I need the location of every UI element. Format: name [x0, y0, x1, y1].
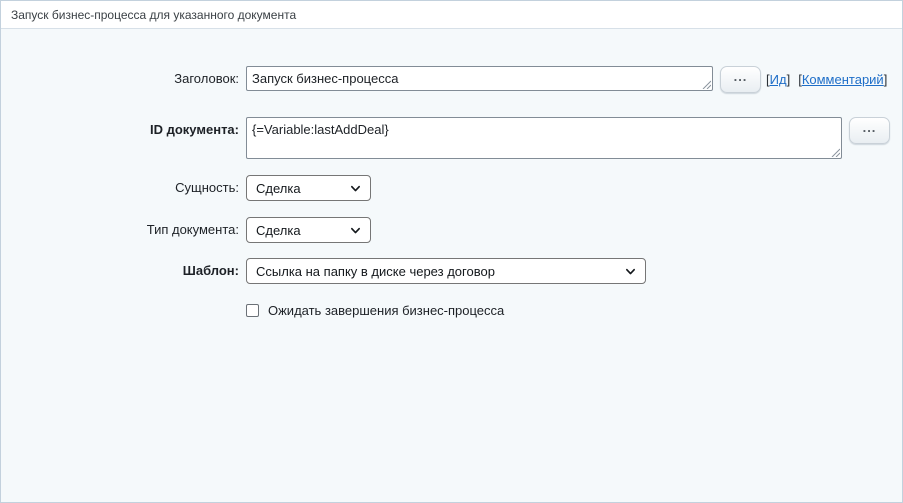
bracket: ]	[884, 72, 888, 87]
bracket: ]	[787, 72, 791, 87]
chevron-down-icon	[350, 183, 361, 194]
insert-comment-link[interactable]: Комментарий	[802, 72, 884, 87]
entity-select[interactable]: Сделка	[246, 175, 371, 201]
wait-completion-label: Ожидать завершения бизнес-процесса	[268, 303, 504, 318]
insert-comment-link-group: [Комментарий]	[798, 72, 887, 87]
entity-select-value: Сделка	[256, 181, 301, 196]
document-type-row: Тип документа: Сделка	[1, 217, 902, 243]
entity-label: Сущность:	[1, 175, 239, 201]
activity-settings-dialog: Запуск бизнес-процесса для указанного до…	[0, 0, 903, 503]
dialog-title: Запуск бизнес-процесса для указанного до…	[11, 8, 296, 22]
document-type-label: Тип документа:	[1, 217, 239, 243]
document-id-row: ID документа: {=Variable:lastAddDeal} ..…	[1, 117, 902, 159]
chevron-down-icon	[350, 225, 361, 236]
document-type-select-value: Сделка	[256, 223, 301, 238]
insert-id-link[interactable]: Ид	[770, 72, 787, 87]
title-input[interactable]: Запуск бизнес-процесса	[246, 66, 713, 91]
chevron-down-icon	[625, 266, 636, 277]
template-row: Шаблон: Ссылка на папку в диске через до…	[1, 258, 902, 284]
template-select-value: Ссылка на папку в диске через договор	[256, 264, 495, 279]
title-more-button[interactable]: ...	[720, 66, 761, 93]
settings-form: Заголовок: Запуск бизнес-процесса ... [И…	[1, 29, 902, 318]
document-type-select[interactable]: Сделка	[246, 217, 371, 243]
template-label: Шаблон:	[1, 258, 239, 284]
entity-row: Сущность: Сделка	[1, 175, 902, 201]
title-label: Заголовок:	[1, 66, 239, 92]
wait-completion-row: Ожидать завершения бизнес-процесса	[1, 302, 902, 318]
wait-completion-checkbox[interactable]	[246, 304, 259, 317]
document-id-label: ID документа:	[1, 117, 239, 143]
document-id-more-button[interactable]: ...	[849, 117, 890, 144]
title-row: Заголовок: Запуск бизнес-процесса ... [И…	[1, 66, 902, 93]
title-insert-links: [Ид] [Комментарий]	[766, 66, 887, 93]
document-id-input[interactable]: {=Variable:lastAddDeal}	[246, 117, 842, 159]
dialog-header: Запуск бизнес-процесса для указанного до…	[1, 1, 902, 29]
insert-id-link-group: [Ид]	[766, 72, 790, 87]
template-select[interactable]: Ссылка на папку в диске через договор	[246, 258, 646, 284]
